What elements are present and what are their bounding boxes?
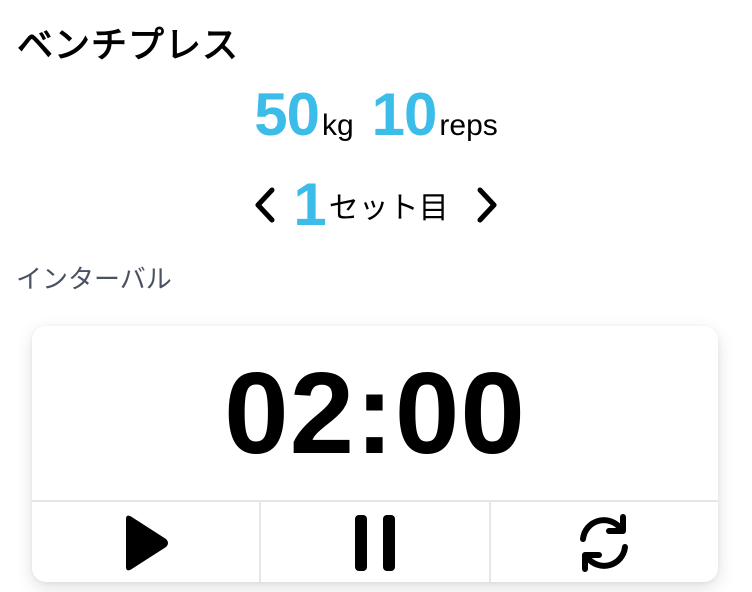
interval-label: インターバル [16,265,172,295]
weight-unit: kg [321,109,354,142]
timer-card: 02:00 [32,326,718,582]
pause-button[interactable] [259,502,488,582]
set-number: 1 [293,171,327,238]
chevron-left-icon [255,187,275,223]
reps-unit: reps [439,109,498,142]
play-icon [125,515,168,571]
timer-display: 02:00 [224,348,526,478]
weight-reps-summary: 50 kg 10 reps [0,80,752,150]
reset-button[interactable] [488,502,718,582]
timer-controls [32,500,718,582]
play-button[interactable] [32,502,259,582]
weight-value: 50 [254,81,320,148]
set-label: セット目 [328,191,449,226]
interval-timer-screen: ベンチプレス 50 kg 10 reps 1 セット目 インターバル 02:00 [0,0,752,592]
next-set-button[interactable] [465,180,509,230]
reps-value: 10 [371,81,438,148]
pause-icon [354,515,395,571]
previous-set-button[interactable] [243,180,287,230]
chevron-right-icon [477,187,497,223]
exercise-title: ベンチプレス [17,25,240,66]
refresh-icon [580,514,629,572]
set-navigator: 1 セット目 [0,172,752,238]
